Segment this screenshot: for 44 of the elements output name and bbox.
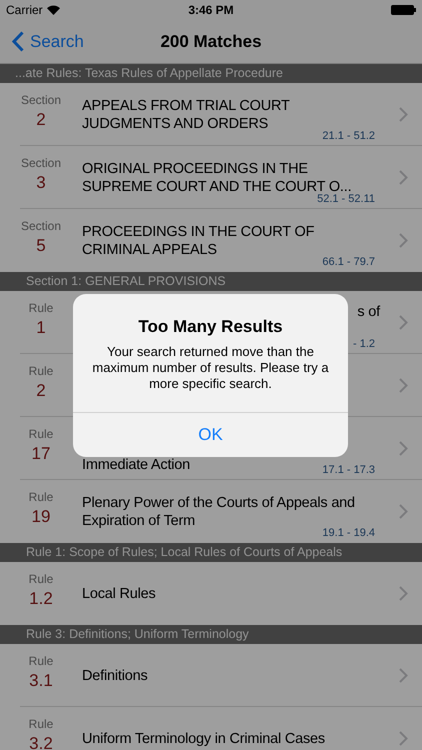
row-label: Section: [20, 218, 62, 235]
rule-range: 19.1 - 19.4: [322, 526, 375, 540]
alert-title: Too Many Results: [138, 316, 283, 338]
row-label: Rule: [28, 426, 54, 443]
rule-range: 21.1 - 51.2: [322, 128, 375, 144]
alert-message: Your search returned move than the maximum number of results. Please try a more specific search.: [91, 344, 330, 392]
status-time: 3:46 PM: [188, 2, 234, 19]
row-number: 17: [32, 443, 50, 464]
rule-range: 66.1 - 79.7: [322, 254, 375, 270]
row-label: Rule: [28, 363, 54, 380]
section-header: Rule 1: Scope of Rules; Local Rules of Courts of Appeals: [0, 543, 422, 562]
row-label: Rule: [28, 653, 54, 670]
row-title: Definitions: [82, 666, 148, 684]
row-number: 2: [36, 380, 46, 401]
row-title: APPEALS FROM TRIAL COURT JUDGMENTS AND ORDERS: [82, 96, 290, 132]
row-number: 3.2: [29, 733, 53, 750]
row-title: Plenary Power of the Courts of Appeals and Expiration of Term: [82, 494, 355, 528]
row-title: Local Rules: [82, 584, 156, 602]
row-number: 2: [36, 109, 46, 130]
row-label: Section: [20, 155, 62, 172]
rule-range: 52.1 - 52.11: [317, 192, 375, 206]
row-number: 3: [36, 172, 46, 193]
row-label: Section: [20, 92, 62, 109]
rule-range: - 1.2: [352, 336, 375, 352]
carrier-label: Carrier: [6, 2, 43, 19]
row-label: Rule: [28, 489, 54, 506]
row-label: Rule: [28, 716, 54, 733]
section-header: ...ate Rules: Texas Rules of Appellate Procedure: [0, 64, 422, 83]
row-title: PROCEEDINGS IN THE COURT OF CRIMINAL APPEALS: [82, 222, 316, 258]
rule-range: 17.1 - 17.3: [322, 462, 375, 478]
section-header: Section 1: GENERAL PROVISIONS: [0, 272, 422, 291]
row-number: 1.2: [29, 588, 53, 609]
row-number: 5: [36, 235, 46, 256]
row-number: 1: [36, 317, 46, 338]
row-number: 19: [32, 506, 50, 527]
row-label: Rule: [28, 571, 54, 588]
row-title: Uniform Terminology in Criminal Cases: [82, 730, 325, 748]
nav-title: 200 Matches: [160, 30, 262, 53]
section-header: Rule 3: Definitions; Uniform Terminology: [0, 625, 422, 644]
row-title: Immediate Action: [82, 456, 190, 474]
row-title: ORIGINAL PROCEEDINGS IN THE SUPREME COURT AND THE COURT O...: [82, 160, 352, 194]
row-title: s of: [357, 303, 380, 321]
row-label: Rule: [28, 300, 54, 317]
row-number: 3.1: [29, 670, 53, 691]
